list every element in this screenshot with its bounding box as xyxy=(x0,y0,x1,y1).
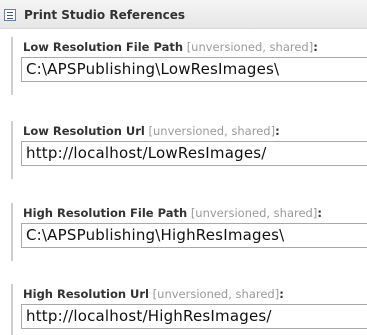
field-name: Low Resolution File Path xyxy=(23,40,184,54)
field-name: Low Resolution Url xyxy=(23,124,145,138)
field-low-resolution-url: Low Resolution Url [unversioned, shared]… xyxy=(11,121,367,179)
field-colon: : xyxy=(313,40,318,54)
field-name: High Resolution Url xyxy=(23,287,150,301)
field-high-resolution-url: High Resolution Url [unversioned, shared… xyxy=(11,284,367,335)
field-label: Low Resolution File Path [unversioned, s… xyxy=(23,40,318,54)
field-colon: : xyxy=(317,206,322,220)
document-list-icon xyxy=(4,9,16,21)
field-high-resolution-file-path: High Resolution File Path [unversioned, … xyxy=(11,203,367,261)
high-resolution-url-input[interactable]: http://localhost/HighResImages/ xyxy=(21,304,367,329)
low-resolution-file-path-input[interactable]: C:\APSPublishing\LowResImages\ xyxy=(21,57,367,82)
high-resolution-file-path-input[interactable]: C:\APSPublishing\HighResImages\ xyxy=(21,223,367,248)
field-name: High Resolution File Path xyxy=(23,206,188,220)
field-meta: [unversioned, shared] xyxy=(186,40,314,54)
section-header[interactable]: Print Studio References xyxy=(0,0,367,29)
field-low-resolution-file-path: Low Resolution File Path [unversioned, s… xyxy=(11,37,367,95)
field-label: High Resolution Url [unversioned, shared… xyxy=(23,287,284,301)
section-title: Print Studio References xyxy=(24,8,186,22)
field-colon: : xyxy=(279,287,284,301)
field-meta: [unversioned, shared] xyxy=(190,206,318,220)
field-colon: : xyxy=(275,124,280,138)
field-meta: [unversioned, shared] xyxy=(152,287,280,301)
field-label: High Resolution File Path [unversioned, … xyxy=(23,206,322,220)
field-meta: [unversioned, shared] xyxy=(148,124,276,138)
low-resolution-url-input[interactable]: http://localhost/LowResImages/ xyxy=(21,141,367,166)
field-label: Low Resolution Url [unversioned, shared]… xyxy=(23,124,280,138)
